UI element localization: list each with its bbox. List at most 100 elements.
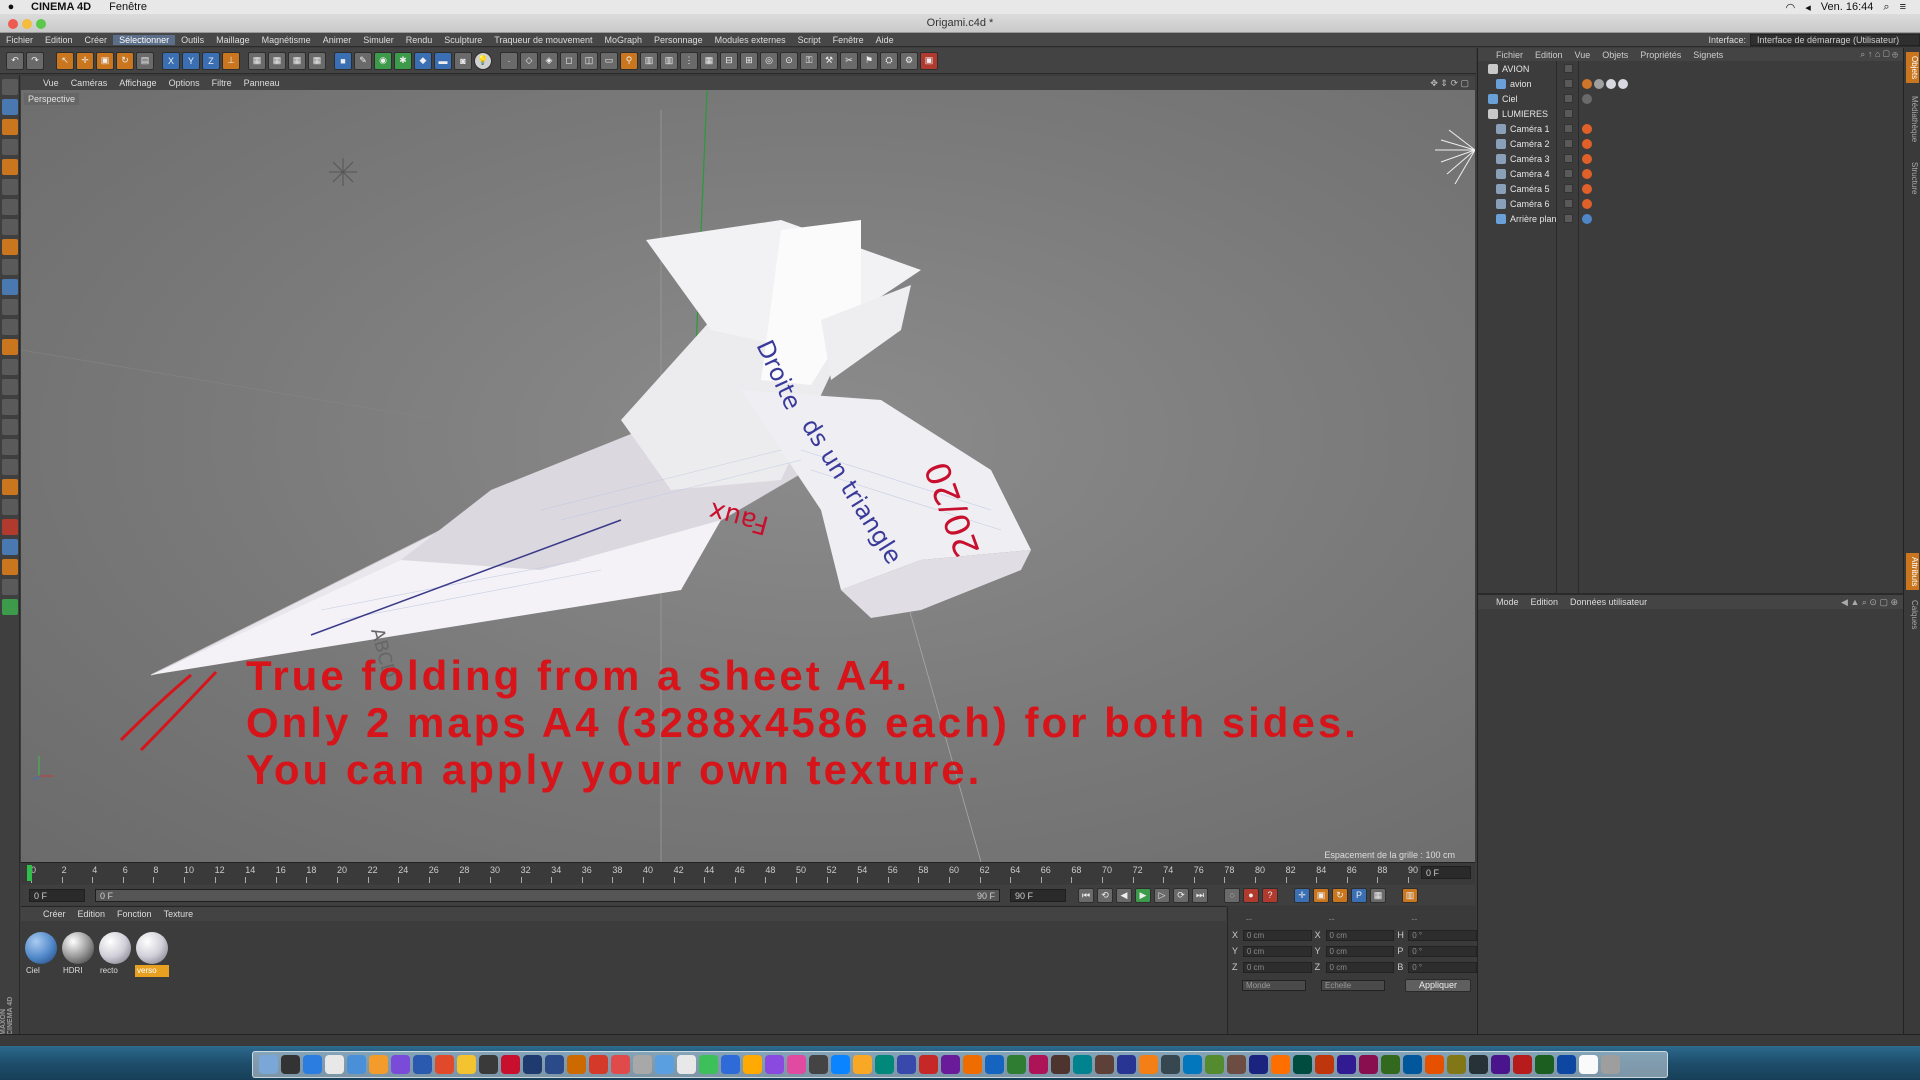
menu-simuler[interactable]: Simuler bbox=[357, 35, 400, 45]
mat-menu-texture[interactable]: Texture bbox=[158, 909, 200, 919]
key-pla-icon[interactable]: ▦ bbox=[1370, 887, 1386, 903]
menu-edition[interactable]: Edition bbox=[39, 35, 79, 45]
menu-mograph[interactable]: MoGraph bbox=[599, 35, 649, 45]
dock-app-icon[interactable] bbox=[589, 1055, 608, 1074]
object-tag-icon[interactable] bbox=[1582, 213, 1592, 224]
dock-app-icon[interactable] bbox=[1271, 1055, 1290, 1074]
deformer-icon[interactable]: ◆ bbox=[414, 51, 432, 70]
live-select-icon[interactable]: ↖ bbox=[56, 51, 74, 70]
prev-key-icon[interactable]: ⟲ bbox=[1097, 887, 1113, 903]
dock-app-icon[interactable] bbox=[1557, 1055, 1576, 1074]
axis-y-icon[interactable]: Y bbox=[182, 51, 200, 70]
visibility-toggle[interactable] bbox=[1564, 109, 1573, 118]
bp-icon[interactable]: ⚒ bbox=[820, 51, 838, 70]
coord-field[interactable]: 0 cm bbox=[1242, 945, 1312, 957]
coord-system-icon[interactable]: ⊥ bbox=[222, 51, 240, 70]
frame-range-slider[interactable]: 0 F 90 F bbox=[95, 888, 1000, 902]
cube-icon[interactable]: ■ bbox=[334, 51, 352, 70]
timeline-ruler[interactable]: 0 2 4 6 8 10 12 14 16 18 20 22 24 26 28 30 32 34 36 38 40 42 4… bbox=[21, 862, 1475, 884]
dock-app-icon[interactable] bbox=[391, 1055, 410, 1074]
goto-start-icon[interactable]: ⏮ bbox=[1078, 887, 1094, 903]
obj-menu-objets[interactable]: Objets bbox=[1596, 50, 1634, 60]
volume-icon[interactable]: ◂ bbox=[1805, 1, 1811, 14]
object-row[interactable]: Arrière plan bbox=[1478, 211, 1904, 226]
light-tool-icon[interactable] bbox=[2, 559, 18, 575]
coord-field[interactable]: 0 ° bbox=[1408, 961, 1478, 973]
dock-app-icon[interactable] bbox=[413, 1055, 432, 1074]
object-row[interactable]: Caméra 4 bbox=[1478, 166, 1904, 181]
polygons-icon[interactable] bbox=[2, 219, 18, 235]
material-ciel[interactable]: Ciel bbox=[24, 931, 58, 977]
magnet-icon[interactable] bbox=[2, 399, 18, 415]
view-menu-affichage[interactable]: Affichage bbox=[113, 78, 162, 88]
dock-app-icon[interactable] bbox=[941, 1055, 960, 1074]
object-name[interactable]: Caméra 4 bbox=[1510, 169, 1550, 179]
obj-menu-vue[interactable]: Vue bbox=[1569, 50, 1597, 60]
dock-app-icon[interactable] bbox=[699, 1055, 718, 1074]
visibility-toggle[interactable] bbox=[1564, 124, 1573, 133]
object-tag-icon[interactable] bbox=[1606, 78, 1616, 89]
points-icon[interactable] bbox=[2, 179, 18, 195]
view-menu-cameras[interactable]: Caméras bbox=[65, 78, 114, 88]
minimize-window-button[interactable] bbox=[22, 19, 32, 29]
object-name[interactable]: Ciel bbox=[1502, 94, 1518, 104]
obj-menu-signets[interactable]: Signets bbox=[1687, 50, 1729, 60]
autokey-icon[interactable]: ? bbox=[1262, 887, 1278, 903]
texture-mode-icon[interactable]: ◫ bbox=[580, 51, 598, 70]
object-name[interactable]: Caméra 2 bbox=[1510, 139, 1550, 149]
object-name[interactable]: Arrière plan bbox=[1510, 214, 1557, 224]
dock-app-icon[interactable] bbox=[1227, 1055, 1246, 1074]
tab-layers[interactable]: Calques bbox=[1906, 596, 1919, 633]
undo-icon[interactable]: ↶ bbox=[6, 51, 24, 70]
dock-app-icon[interactable] bbox=[897, 1055, 916, 1074]
dock-app-icon[interactable] bbox=[1051, 1055, 1070, 1074]
axis-tool-icon[interactable] bbox=[2, 139, 18, 155]
visibility-toggle[interactable] bbox=[1564, 139, 1573, 148]
attr-menu-edition[interactable]: Edition bbox=[1525, 597, 1565, 607]
object-row[interactable]: Caméra 5 bbox=[1478, 181, 1904, 196]
workplane-tool-icon[interactable] bbox=[2, 299, 18, 315]
timeline-end-field[interactable]: 0 F bbox=[1421, 866, 1471, 879]
record-active-icon[interactable]: ◌ bbox=[1224, 887, 1240, 903]
visibility-toggle[interactable] bbox=[1564, 199, 1573, 208]
dock-app-icon[interactable] bbox=[303, 1055, 322, 1074]
dock-app-icon[interactable] bbox=[1315, 1055, 1334, 1074]
material-verso[interactable]: verso bbox=[135, 931, 169, 977]
key-rotation-icon[interactable]: ↻ bbox=[1332, 887, 1348, 903]
tab-content-browser[interactable]: Médiathèque bbox=[1906, 92, 1919, 146]
attr-menu-user-data[interactable]: Données utilisateur bbox=[1564, 597, 1653, 607]
object-name[interactable]: LUMIERES bbox=[1502, 109, 1548, 119]
menu-sculpture[interactable]: Sculpture bbox=[438, 35, 488, 45]
visibility-toggle[interactable] bbox=[1564, 94, 1573, 103]
mac-menu-window[interactable]: Fenêtre bbox=[100, 1, 156, 13]
coord-field[interactable]: 0 ° bbox=[1408, 945, 1478, 957]
redo-icon[interactable]: ↷ bbox=[26, 51, 44, 70]
tweak-mode-icon[interactable] bbox=[2, 259, 18, 275]
render-settings-icon[interactable]: ▦ bbox=[288, 51, 306, 70]
object-name[interactable]: Caméra 5 bbox=[1510, 184, 1550, 194]
extrude-icon[interactable] bbox=[2, 419, 18, 435]
dock-app-icon[interactable] bbox=[501, 1055, 520, 1074]
coord-field[interactable]: 0 cm bbox=[1325, 945, 1395, 957]
record-icon[interactable]: ● bbox=[1243, 887, 1259, 903]
dock-app-icon[interactable] bbox=[853, 1055, 872, 1074]
dock-app-icon[interactable] bbox=[1381, 1055, 1400, 1074]
menu-creer[interactable]: Créer bbox=[79, 35, 114, 45]
sphere-tool-icon[interactable] bbox=[2, 539, 18, 555]
view-menu-vue[interactable]: Vue bbox=[37, 78, 65, 88]
planar-workplane-icon[interactable]: ▥ bbox=[660, 51, 678, 70]
snap-enable-icon[interactable] bbox=[2, 279, 18, 295]
axis-x-icon[interactable]: X bbox=[162, 51, 180, 70]
dock-app-icon[interactable] bbox=[1249, 1055, 1268, 1074]
dock-app-icon[interactable] bbox=[875, 1055, 894, 1074]
dock-app-icon[interactable] bbox=[633, 1055, 652, 1074]
goto-end-icon[interactable]: ⏭ bbox=[1192, 887, 1208, 903]
current-frame-field[interactable]: 0 F bbox=[29, 888, 85, 902]
dock-app-icon[interactable] bbox=[1469, 1055, 1488, 1074]
dock-app-icon[interactable] bbox=[831, 1055, 850, 1074]
interface-dropdown[interactable]: Interface de démarrage (Utilisateur) bbox=[1750, 34, 1920, 46]
dock-app-icon[interactable] bbox=[721, 1055, 740, 1074]
menu-rendu[interactable]: Rendu bbox=[400, 35, 439, 45]
render-region-icon[interactable] bbox=[2, 519, 18, 535]
knife-icon[interactable] bbox=[2, 379, 18, 395]
